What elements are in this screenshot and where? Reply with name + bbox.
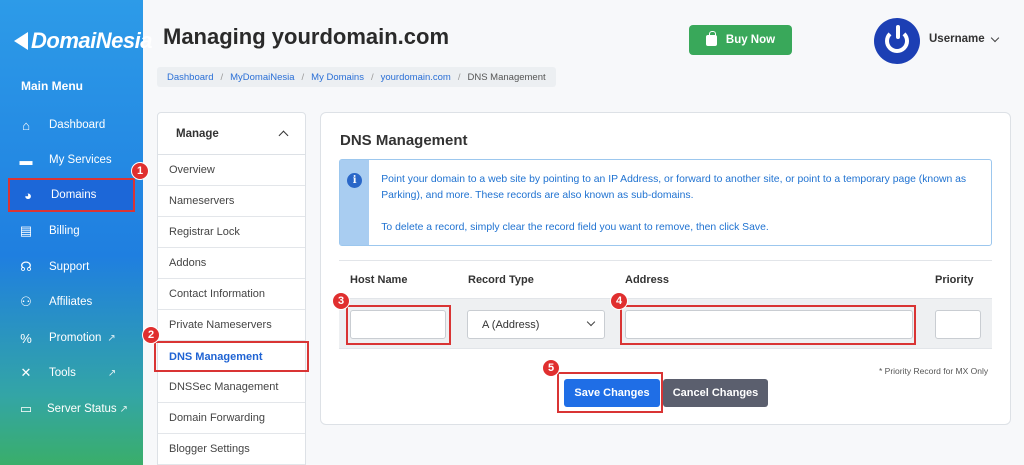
step-marker-1: 1 (131, 162, 149, 180)
globe-icon: ◕ (24, 187, 32, 203)
breadcrumb-dashboard[interactable]: Dashboard (167, 72, 213, 83)
info-icon: i (347, 173, 363, 188)
logo-text: DomaiNesia (31, 28, 152, 53)
manage-header[interactable]: Manage (158, 113, 305, 155)
sidebar-item-label: Tools (49, 367, 76, 379)
step-marker-4: 4 (610, 292, 628, 310)
manage-item-overview[interactable]: Overview (158, 155, 305, 186)
step-marker-5: 5 (542, 359, 560, 377)
sidebar-item-label: Promotion (49, 332, 102, 344)
sidebar-item-support[interactable]: ☊ Support (8, 250, 135, 284)
record-type-value: A (Address) (482, 318, 540, 331)
invoice-icon: ▤ (19, 223, 33, 238)
breadcrumb-separator: / (457, 71, 461, 83)
headset-icon: ☊ (20, 259, 32, 274)
sidebar-item-label: Server Status (47, 403, 117, 415)
breadcrumb-separator: / (220, 71, 224, 83)
sidebar-item-billing[interactable]: ▤ Billing (8, 214, 135, 248)
column-host-name: Host Name (350, 274, 408, 286)
power-icon (885, 25, 909, 53)
users-icon: ⚇ (20, 294, 32, 309)
address-input[interactable] (625, 310, 913, 339)
column-record-type: Record Type (468, 274, 534, 286)
manage-panel: Manage Overview Nameservers Registrar Lo… (154, 112, 309, 465)
sidebar: DomaiNesia Main Menu ⌂ Dashboard ▬ My Se… (0, 0, 152, 465)
dns-title: DNS Management (340, 132, 468, 149)
sidebar-item-label: Billing (49, 225, 80, 237)
sidebar-item-label: Dashboard (49, 119, 106, 131)
sidebar-item-promotion[interactable]: % Promotion ↗ (8, 321, 135, 355)
info-text-2: To delete a record, simply clear the rec… (381, 222, 769, 233)
sidebar-item-server-status[interactable]: ▭ Server Status ↗ (8, 392, 135, 426)
main-menu-title: Main Menu (21, 79, 83, 93)
external-link-icon: ↗ (107, 332, 116, 344)
manage-item-addons[interactable]: Addons (158, 248, 305, 279)
step-marker-3: 3 (332, 292, 350, 310)
save-changes-button[interactable]: Save Changes (564, 379, 660, 407)
manage-item-dnssec-management[interactable]: DNSSec Management (158, 372, 305, 403)
external-link-icon: ↗ (119, 403, 129, 415)
avatar[interactable] (874, 18, 920, 64)
sidebar-item-label: Domains (51, 189, 97, 201)
sidebar-item-affiliates[interactable]: ⚇ Affiliates (8, 285, 135, 319)
sidebar-item-label: Affiliates (49, 296, 93, 308)
chevron-down-icon (990, 33, 999, 42)
manage-item-nameservers[interactable]: Nameservers (158, 186, 305, 217)
info-alert: i Point your domain to a web site by poi… (339, 159, 992, 246)
chevron-down-icon (586, 317, 596, 327)
record-type-select[interactable]: A (Address) (467, 310, 605, 339)
chevron-up-icon (278, 130, 289, 141)
dns-management-panel: DNS Management i Point your domain to a … (320, 112, 1011, 425)
server-icon: ▬ (19, 152, 33, 168)
manage-title: Manage (176, 127, 219, 140)
home-icon: ⌂ (22, 117, 30, 133)
username-label: Username (929, 33, 985, 45)
column-priority: Priority (935, 274, 974, 286)
priority-input[interactable] (935, 310, 981, 339)
sidebar-item-label: Support (49, 261, 90, 273)
info-text-1: Point your domain to a web site by point… (381, 174, 967, 201)
breadcrumb: Dashboard / MyDomaiNesia / My Domains / … (157, 67, 556, 87)
breadcrumb-separator: / (370, 71, 374, 83)
table-row: A (Address) (339, 298, 992, 349)
column-address: Address (625, 274, 670, 286)
manage-item-private-nameservers[interactable]: Private Nameservers (158, 310, 305, 341)
breadcrumb-my-domains[interactable]: My Domains (311, 72, 364, 83)
shopping-bag-icon (705, 30, 717, 46)
breadcrumb-domain[interactable]: yourdomain.com (381, 72, 451, 83)
breadcrumb-current: DNS Management (467, 71, 546, 83)
buy-now-label: Buy Now (725, 34, 776, 46)
step-marker-2: 2 (142, 326, 160, 344)
page-title: Managing yourdomain.com (163, 24, 450, 49)
sidebar-item-my-services[interactable]: ▬ My Services (8, 143, 135, 177)
monitor-icon: ▭ (19, 401, 33, 416)
buy-now-button[interactable]: Buy Now (689, 25, 792, 55)
breadcrumb-separator: / (301, 71, 305, 83)
manage-item-registrar-lock[interactable]: Registrar Lock (158, 217, 305, 248)
records-table-header: Host Name Record Type Address Priority (339, 260, 992, 298)
sidebar-item-tools[interactable]: ✕ Tools ↗ (8, 356, 135, 390)
cancel-changes-button[interactable]: Cancel Changes (663, 379, 768, 407)
logo-mark-icon (14, 32, 28, 50)
sidebar-item-label: My Services (49, 154, 112, 166)
sidebar-item-domains[interactable]: ◕ Domains (8, 178, 135, 212)
manage-item-contact-information[interactable]: Contact Information (158, 279, 305, 310)
tools-icon: ✕ (20, 365, 32, 380)
host-name-input[interactable] (350, 310, 446, 339)
manage-item-dns-management[interactable]: DNS Management (154, 341, 309, 372)
manage-item-blogger-settings[interactable]: Blogger Settings (158, 434, 305, 465)
external-link-icon: ↗ (107, 367, 117, 379)
user-menu[interactable]: Username (929, 33, 999, 45)
brand-logo[interactable]: DomaiNesia (14, 28, 152, 54)
mx-priority-note: * Priority Record for MX Only (879, 366, 989, 376)
percent-icon: % (20, 330, 32, 346)
manage-item-domain-forwarding[interactable]: Domain Forwarding (158, 403, 305, 434)
sidebar-item-dashboard[interactable]: ⌂ Dashboard (8, 108, 135, 142)
breadcrumb-mydomainesia[interactable]: MyDomaiNesia (230, 72, 294, 83)
